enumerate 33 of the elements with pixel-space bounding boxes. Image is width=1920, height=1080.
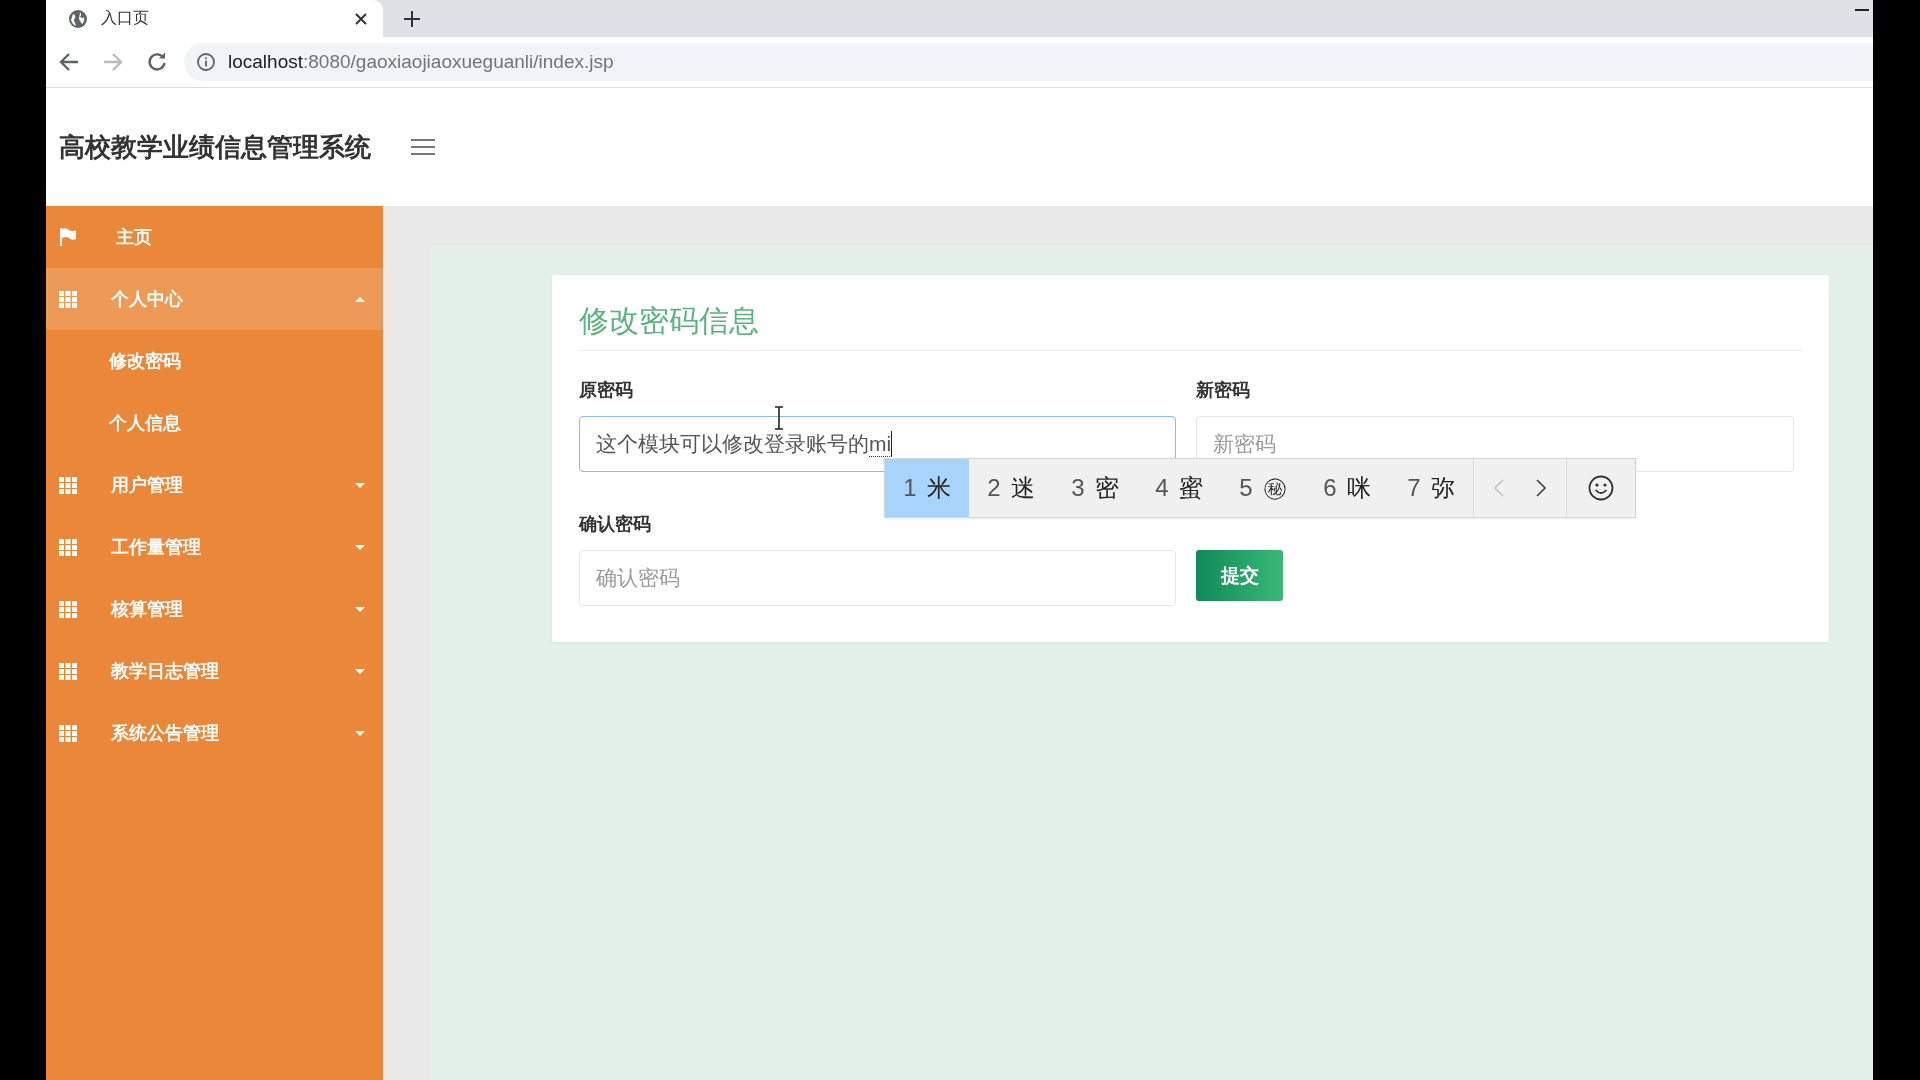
caret-down-icon — [355, 482, 365, 488]
chevron-right-icon[interactable] — [1536, 479, 1546, 497]
i-beam-cursor-icon — [774, 406, 784, 430]
flag-icon — [59, 228, 77, 246]
grid-icon — [59, 600, 77, 618]
caret-up-icon — [355, 296, 365, 302]
smiley-icon[interactable] — [1588, 475, 1614, 501]
form-title: 修改密码信息 — [579, 301, 1802, 351]
ime-candidate[interactable]: 1 米 — [885, 459, 969, 517]
field-label: 原密码 — [579, 379, 634, 402]
address-bar[interactable]: localhost:8080/gaoxiaojiaoxueguanli/index.jsp — [184, 43, 1873, 81]
field-label: 确认密码 — [579, 513, 652, 536]
grid-icon — [59, 662, 77, 680]
submit-button[interactable]: 提交 — [1196, 550, 1283, 601]
grid-icon — [59, 724, 77, 742]
password-input[interactable]: 确认密码 — [579, 550, 1176, 606]
globe-icon — [68, 8, 88, 29]
grid-icon — [59, 290, 77, 308]
caret-down-icon — [355, 606, 365, 612]
back-arrow-icon[interactable] — [59, 53, 79, 71]
caret-down-icon — [355, 668, 365, 674]
info-icon[interactable] — [197, 53, 215, 71]
menu-icon[interactable] — [411, 138, 435, 156]
caret-down-icon — [355, 730, 365, 736]
caret-down-icon — [355, 544, 365, 550]
browser-tab[interactable]: 入口页 — [46, 0, 383, 37]
field-label: 新密码 — [1196, 379, 1251, 402]
plus-icon[interactable] — [404, 10, 420, 27]
grid-icon — [59, 538, 77, 556]
grid-icon — [59, 476, 77, 494]
reload-icon[interactable] — [147, 52, 167, 72]
app-title: 高校教学业绩信息管理系统 — [59, 130, 371, 164]
close-icon[interactable] — [355, 12, 367, 25]
